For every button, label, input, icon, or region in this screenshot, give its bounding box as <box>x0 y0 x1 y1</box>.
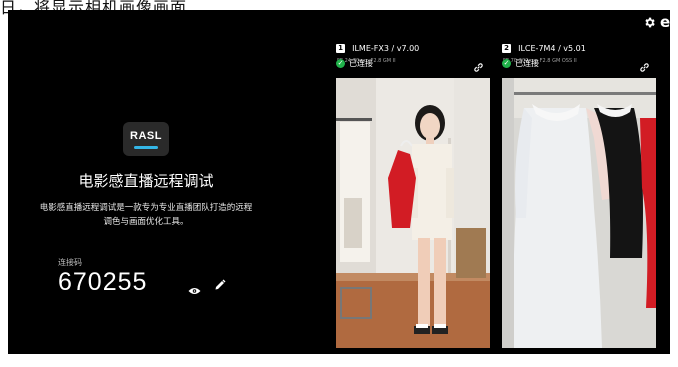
camera-badge: 1 <box>336 44 345 53</box>
connection-code: 670255 <box>58 268 148 296</box>
camera-name: ILCE-7M4 / v5.01 <box>518 44 586 53</box>
app-window: e RASL 电影感直播远程调试 电影感直播远程调试是一款专为专业直播团队打造的… <box>8 10 670 354</box>
pencil-icon[interactable] <box>214 276 226 295</box>
camera-feed-2[interactable] <box>502 78 656 348</box>
settings-icon[interactable] <box>643 16 656 33</box>
check-icon: ✓ <box>336 59 345 68</box>
camera-name: ILME-FX3 / v7.00 <box>352 44 420 53</box>
camera-card-2[interactable]: 2 ILCE-7M4 / v5.01 FE 70-200mm F2.8 GM O… <box>502 38 656 78</box>
connection-status: ✓ 已连接 <box>336 58 373 69</box>
status-text: 已连接 <box>515 59 539 68</box>
link-icon[interactable] <box>639 58 650 77</box>
app-description: 电影感直播远程调试是一款专为专业直播团队打造的远程 调色与画面优化工具。 <box>32 201 260 229</box>
camera-badge: 2 <box>502 44 511 53</box>
camera-feed-1[interactable] <box>336 78 490 348</box>
description-line-2: 调色与画面优化工具。 <box>103 217 189 227</box>
connection-code-label: 连接码 <box>58 258 82 267</box>
page-title: 电影感直播远程调试 <box>78 172 214 190</box>
logo-text: RASL <box>130 129 162 142</box>
profile-avatar[interactable]: e <box>660 13 670 31</box>
description-line-1: 电影感直播远程调试是一款专为专业直播团队打造的远程 <box>39 203 253 213</box>
connection-status: ✓ 已连接 <box>502 58 539 69</box>
link-icon[interactable] <box>473 58 484 77</box>
eye-icon[interactable] <box>188 280 201 299</box>
check-icon: ✓ <box>502 59 511 68</box>
camera-card-1[interactable]: 1 ILME-FX3 / v7.00 FE 24-70mm F2.8 GM II… <box>336 38 490 78</box>
status-text: 已连接 <box>349 59 373 68</box>
app-logo: RASL <box>123 122 169 156</box>
logo-accent-bar <box>134 145 158 149</box>
